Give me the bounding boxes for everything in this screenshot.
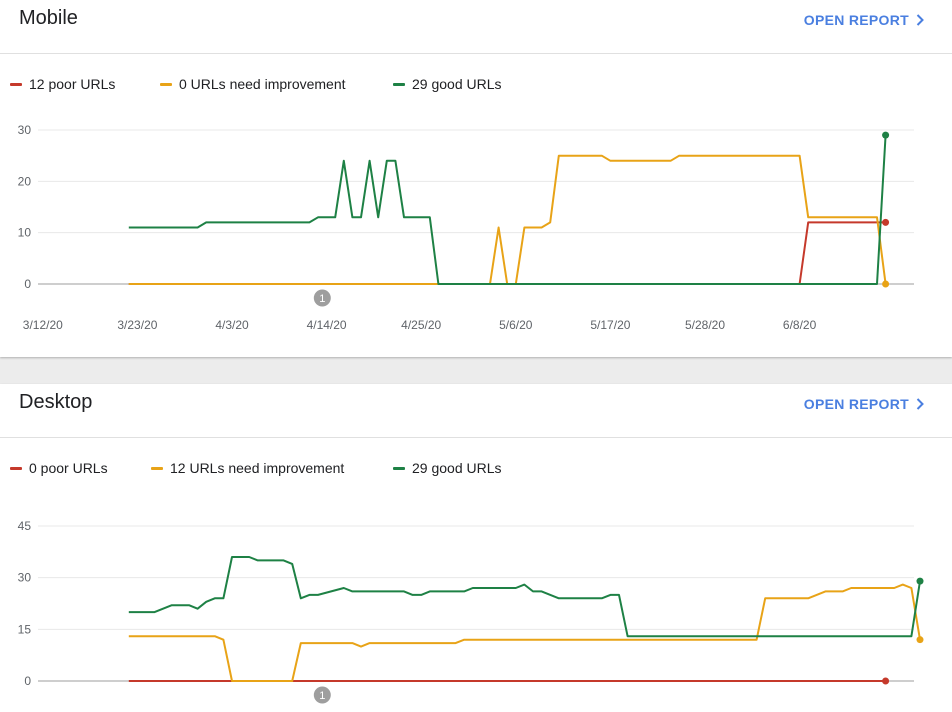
- x-tick-label: 3/12/20: [23, 318, 63, 332]
- x-tick-label: 5/6/20: [499, 318, 533, 332]
- good-swatch: [393, 82, 405, 86]
- poor-swatch: [10, 82, 22, 86]
- series-line-needs_improvement: [128, 154, 887, 285]
- chevron-right-icon: [916, 14, 924, 26]
- legend-poor[interactable]: 0 poor URLs: [10, 460, 108, 476]
- y-tick-label: 10: [18, 226, 32, 240]
- needs-improvement-swatch: [160, 82, 172, 86]
- series-end-point-poor: [882, 218, 890, 226]
- y-tick-label: 15: [18, 622, 32, 636]
- poor-swatch: [10, 466, 22, 470]
- annotation-label: 1: [319, 293, 325, 305]
- needs-improvement-swatch: [151, 466, 163, 470]
- annotation-label: 1: [319, 690, 325, 702]
- mobile-card-header: Mobile OPEN REPORT: [0, 0, 952, 54]
- desktop-legend: 0 poor URLs 12 URLs need improvement 29 …: [10, 460, 940, 480]
- legend-poor-label: 0 poor URLs: [29, 460, 108, 476]
- x-tick-label: 4/25/20: [401, 318, 441, 332]
- x-tick-label: 6/8/20: [783, 318, 817, 332]
- mobile-open-report-button[interactable]: OPEN REPORT: [804, 12, 924, 28]
- legend-needs-improvement-label: 12 URLs need improvement: [170, 460, 345, 476]
- series-end-point-needs_improvement: [882, 280, 890, 288]
- x-tick-label: 4/3/20: [215, 318, 249, 332]
- chevron-right-icon: [916, 398, 924, 410]
- series-line-poor: [128, 221, 886, 285]
- legend-good[interactable]: 29 good URLs: [393, 76, 502, 92]
- mobile-card-title: Mobile: [19, 7, 78, 29]
- desktop-open-report-button[interactable]: OPEN REPORT: [804, 396, 924, 412]
- legend-needs-improvement-label: 0 URLs need improvement: [179, 76, 346, 92]
- y-tick-label: 0: [24, 277, 31, 291]
- x-tick-label: 4/14/20: [307, 318, 347, 332]
- series-end-point-good: [882, 131, 890, 139]
- y-tick-label: 30: [18, 123, 32, 137]
- series-line-needs_improvement: [128, 583, 921, 682]
- y-tick-label: 45: [18, 519, 32, 533]
- y-tick-label: 30: [18, 571, 32, 585]
- x-tick-label: 5/28/20: [685, 318, 725, 332]
- legend-needs-improvement[interactable]: 0 URLs need improvement: [160, 76, 346, 92]
- legend-good-label: 29 good URLs: [412, 76, 502, 92]
- legend-good-label: 29 good URLs: [412, 460, 502, 476]
- open-report-label: OPEN REPORT: [803, 12, 909, 28]
- x-tick-label: 5/17/20: [590, 318, 630, 332]
- mobile-legend: 12 poor URLs 0 URLs need improvement 29 …: [10, 76, 940, 96]
- series-end-point-good: [916, 577, 924, 585]
- open-report-label: OPEN REPORT: [803, 396, 909, 412]
- y-tick-label: 20: [18, 174, 32, 188]
- legend-good[interactable]: 29 good URLs: [393, 460, 502, 476]
- good-swatch: [393, 466, 405, 470]
- legend-poor-label: 12 poor URLs: [29, 76, 116, 92]
- desktop-card-title: Desktop: [19, 391, 93, 413]
- legend-needs-improvement[interactable]: 12 URLs need improvement: [151, 460, 344, 476]
- desktop-report-card: Desktop OPEN REPORT 0 poor URLs 12 URLs …: [0, 384, 952, 712]
- mobile-line-chart: 30 20 10 0 3/12/20 3/23/20 4/3/20 4/14/20 4/25/2…: [18, 123, 914, 332]
- desktop-card-header: Desktop OPEN REPORT: [0, 384, 952, 438]
- legend-poor[interactable]: 12 poor URLs: [10, 76, 115, 92]
- series-end-point-needs_improvement: [916, 636, 924, 644]
- y-tick-label: 0: [24, 674, 31, 688]
- series-line-good: [128, 556, 921, 638]
- series-end-point-poor: [882, 677, 890, 685]
- mobile-report-card: Mobile OPEN REPORT 12 poor URLs 0 URLs n…: [0, 0, 952, 357]
- desktop-line-chart: 45 30 15 0 1: [18, 519, 924, 704]
- x-tick-label: 3/23/20: [117, 318, 157, 332]
- series-line-good: [128, 135, 887, 285]
